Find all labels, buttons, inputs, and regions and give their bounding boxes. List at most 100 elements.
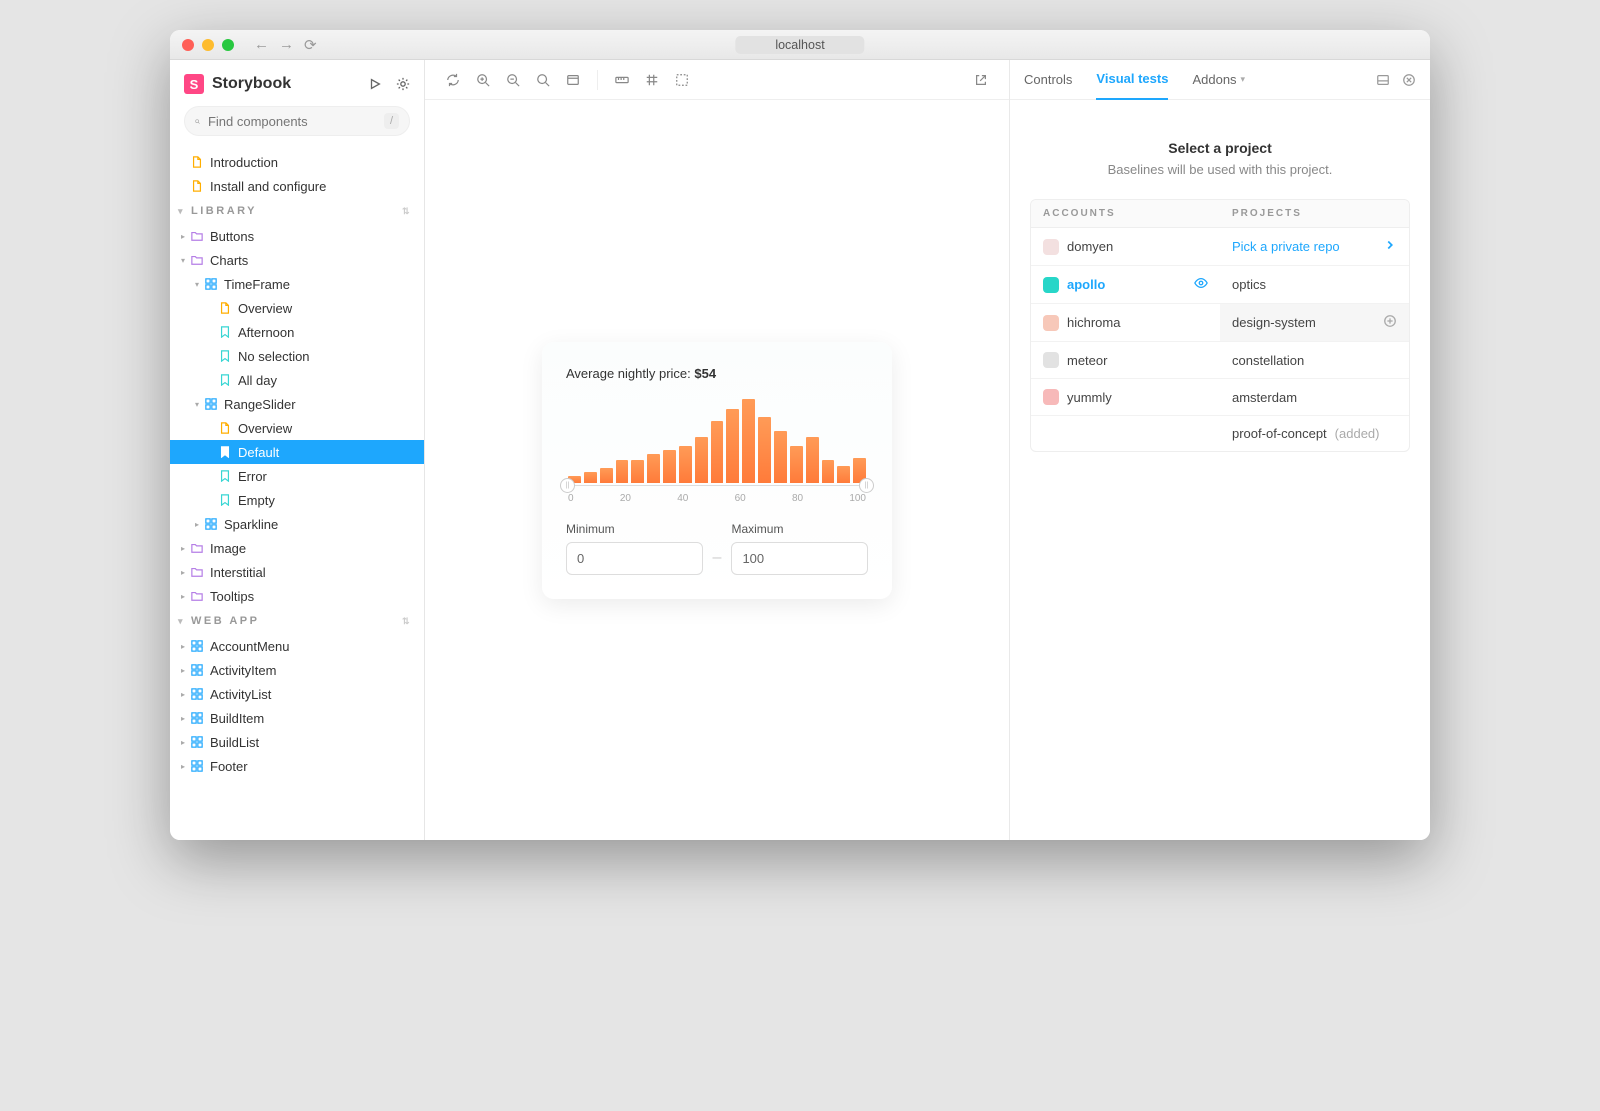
account-cell[interactable]: yummly [1031,379,1220,415]
project-cell[interactable]: Pick a private repo [1220,228,1409,265]
tab-addons[interactable]: Addons▾ [1192,60,1245,100]
reload-icon[interactable]: ⟳ [304,36,317,54]
grid-icon[interactable] [638,66,666,94]
open-external-icon[interactable] [967,66,995,94]
histogram-bar [631,460,644,483]
select-project-subtitle: Baselines will be used with this project… [1108,162,1333,177]
tree-item[interactable]: ▸BuildItem [170,706,424,730]
max-label: Maximum [731,522,868,536]
project-selector: ACCOUNTS PROJECTS domyenPick a private r… [1030,199,1410,452]
tree-item[interactable]: ▸ActivityList [170,682,424,706]
viewport-icon[interactable] [559,66,587,94]
histogram-bar [806,437,819,482]
account-cell[interactable] [1031,416,1220,451]
tree-item[interactable]: ▾Charts [170,248,424,272]
tree-item[interactable]: ▸Footer [170,754,424,778]
tab-controls[interactable]: Controls [1024,60,1072,100]
histogram-bar [647,454,660,483]
tree-item[interactable]: ▸Buttons [170,224,424,248]
tree-item[interactable]: ▾TimeFrame [170,272,424,296]
tree-item[interactable]: Introduction [170,150,424,174]
tree-item[interactable]: ▸BuildList [170,730,424,754]
play-icon[interactable] [368,77,382,91]
avatar [1043,277,1059,293]
tree-item[interactable]: Empty [170,488,424,512]
tree-item[interactable]: ▾RangeSlider [170,392,424,416]
histogram-bar [584,472,597,482]
max-input[interactable] [731,542,868,575]
tab-visual-tests[interactable]: Visual tests [1096,60,1168,100]
project-cell[interactable]: proof-of-concept (added) [1220,416,1409,451]
avatar [1043,389,1059,405]
section-header[interactable]: ▾WEB APP⇅ [170,608,424,634]
project-cell[interactable]: constellation [1220,342,1409,378]
back-icon[interactable]: ← [254,36,269,54]
tree-item[interactable]: ▸ActivityItem [170,658,424,682]
tree-item[interactable]: Overview [170,296,424,320]
project-cell[interactable]: optics [1220,266,1409,303]
sync-icon[interactable] [439,66,467,94]
canvas-toolbar [425,60,1009,100]
zoom-out-icon[interactable] [499,66,527,94]
tree-item[interactable]: Install and configure [170,174,424,198]
project-cell[interactable]: amsterdam [1220,379,1409,415]
gear-icon[interactable] [396,77,410,91]
tree-item[interactable]: All day [170,368,424,392]
measure-icon[interactable] [608,66,636,94]
panel-position-icon[interactable] [1376,73,1390,87]
addon-panel: Controls Visual tests Addons▾ Select a p… [1010,60,1430,840]
tick-label: 100 [849,493,866,504]
tree-item[interactable]: ▸Interstitial [170,560,424,584]
min-label: Minimum [566,522,703,536]
storybook-logo-icon [184,74,204,94]
tree-item[interactable]: Overview [170,416,424,440]
forward-icon[interactable]: → [279,36,294,54]
titlebar: ← → ⟳ localhost [170,30,1430,60]
col-projects: PROJECTS [1220,200,1409,227]
min-input[interactable] [566,542,703,575]
tree-item[interactable]: Error [170,464,424,488]
tree-item[interactable]: Default [170,440,424,464]
zoom-reset-icon[interactable] [529,66,557,94]
close-panel-icon[interactable] [1402,73,1416,87]
account-cell[interactable]: domyen [1031,228,1220,265]
histogram-bar [726,409,739,483]
close-dot[interactable] [182,39,194,51]
tree-item[interactable]: No selection [170,344,424,368]
tree-item[interactable]: ▸Image [170,536,424,560]
tree-item[interactable]: ▸Sparkline [170,512,424,536]
slider-handle-max[interactable]: || [859,478,874,493]
avatar [1043,315,1059,331]
tree-item[interactable]: ▸AccountMenu [170,634,424,658]
outline-icon[interactable] [668,66,696,94]
histogram-bar [679,446,692,483]
minimize-dot[interactable] [202,39,214,51]
address-bar[interactable]: localhost [735,36,864,54]
histogram-bar [822,460,835,483]
histogram-bar [742,399,755,483]
sidebar: Storybook / IntroductionInstall and conf… [170,60,425,840]
maximize-dot[interactable] [222,39,234,51]
canvas-panel: Average nightly price: $54 || || 0204060… [425,60,1010,840]
project-cell[interactable]: design-system [1220,304,1409,341]
search-box[interactable]: / [184,106,410,136]
account-cell[interactable]: apollo [1031,266,1220,303]
histogram-bar [663,450,676,483]
card-title: Average nightly price: $54 [566,366,868,381]
add-icon[interactable] [1383,314,1397,328]
tick-label: 60 [735,493,746,504]
section-header[interactable]: ▾LIBRARY⇅ [170,198,424,224]
histogram-bar [758,417,771,483]
tick-label: 40 [677,493,688,504]
search-icon [195,115,200,128]
axis-ticks: 020406080100 [566,493,868,504]
account-cell[interactable]: meteor [1031,342,1220,378]
slider-handle-min[interactable]: || [560,478,575,493]
zoom-in-icon[interactable] [469,66,497,94]
search-input[interactable] [208,114,384,129]
chevron-down-icon: ▾ [1241,74,1246,85]
tree-item[interactable]: ▸Tooltips [170,584,424,608]
range-separator: – [713,549,722,567]
account-cell[interactable]: hichroma [1031,304,1220,341]
tree-item[interactable]: Afternoon [170,320,424,344]
